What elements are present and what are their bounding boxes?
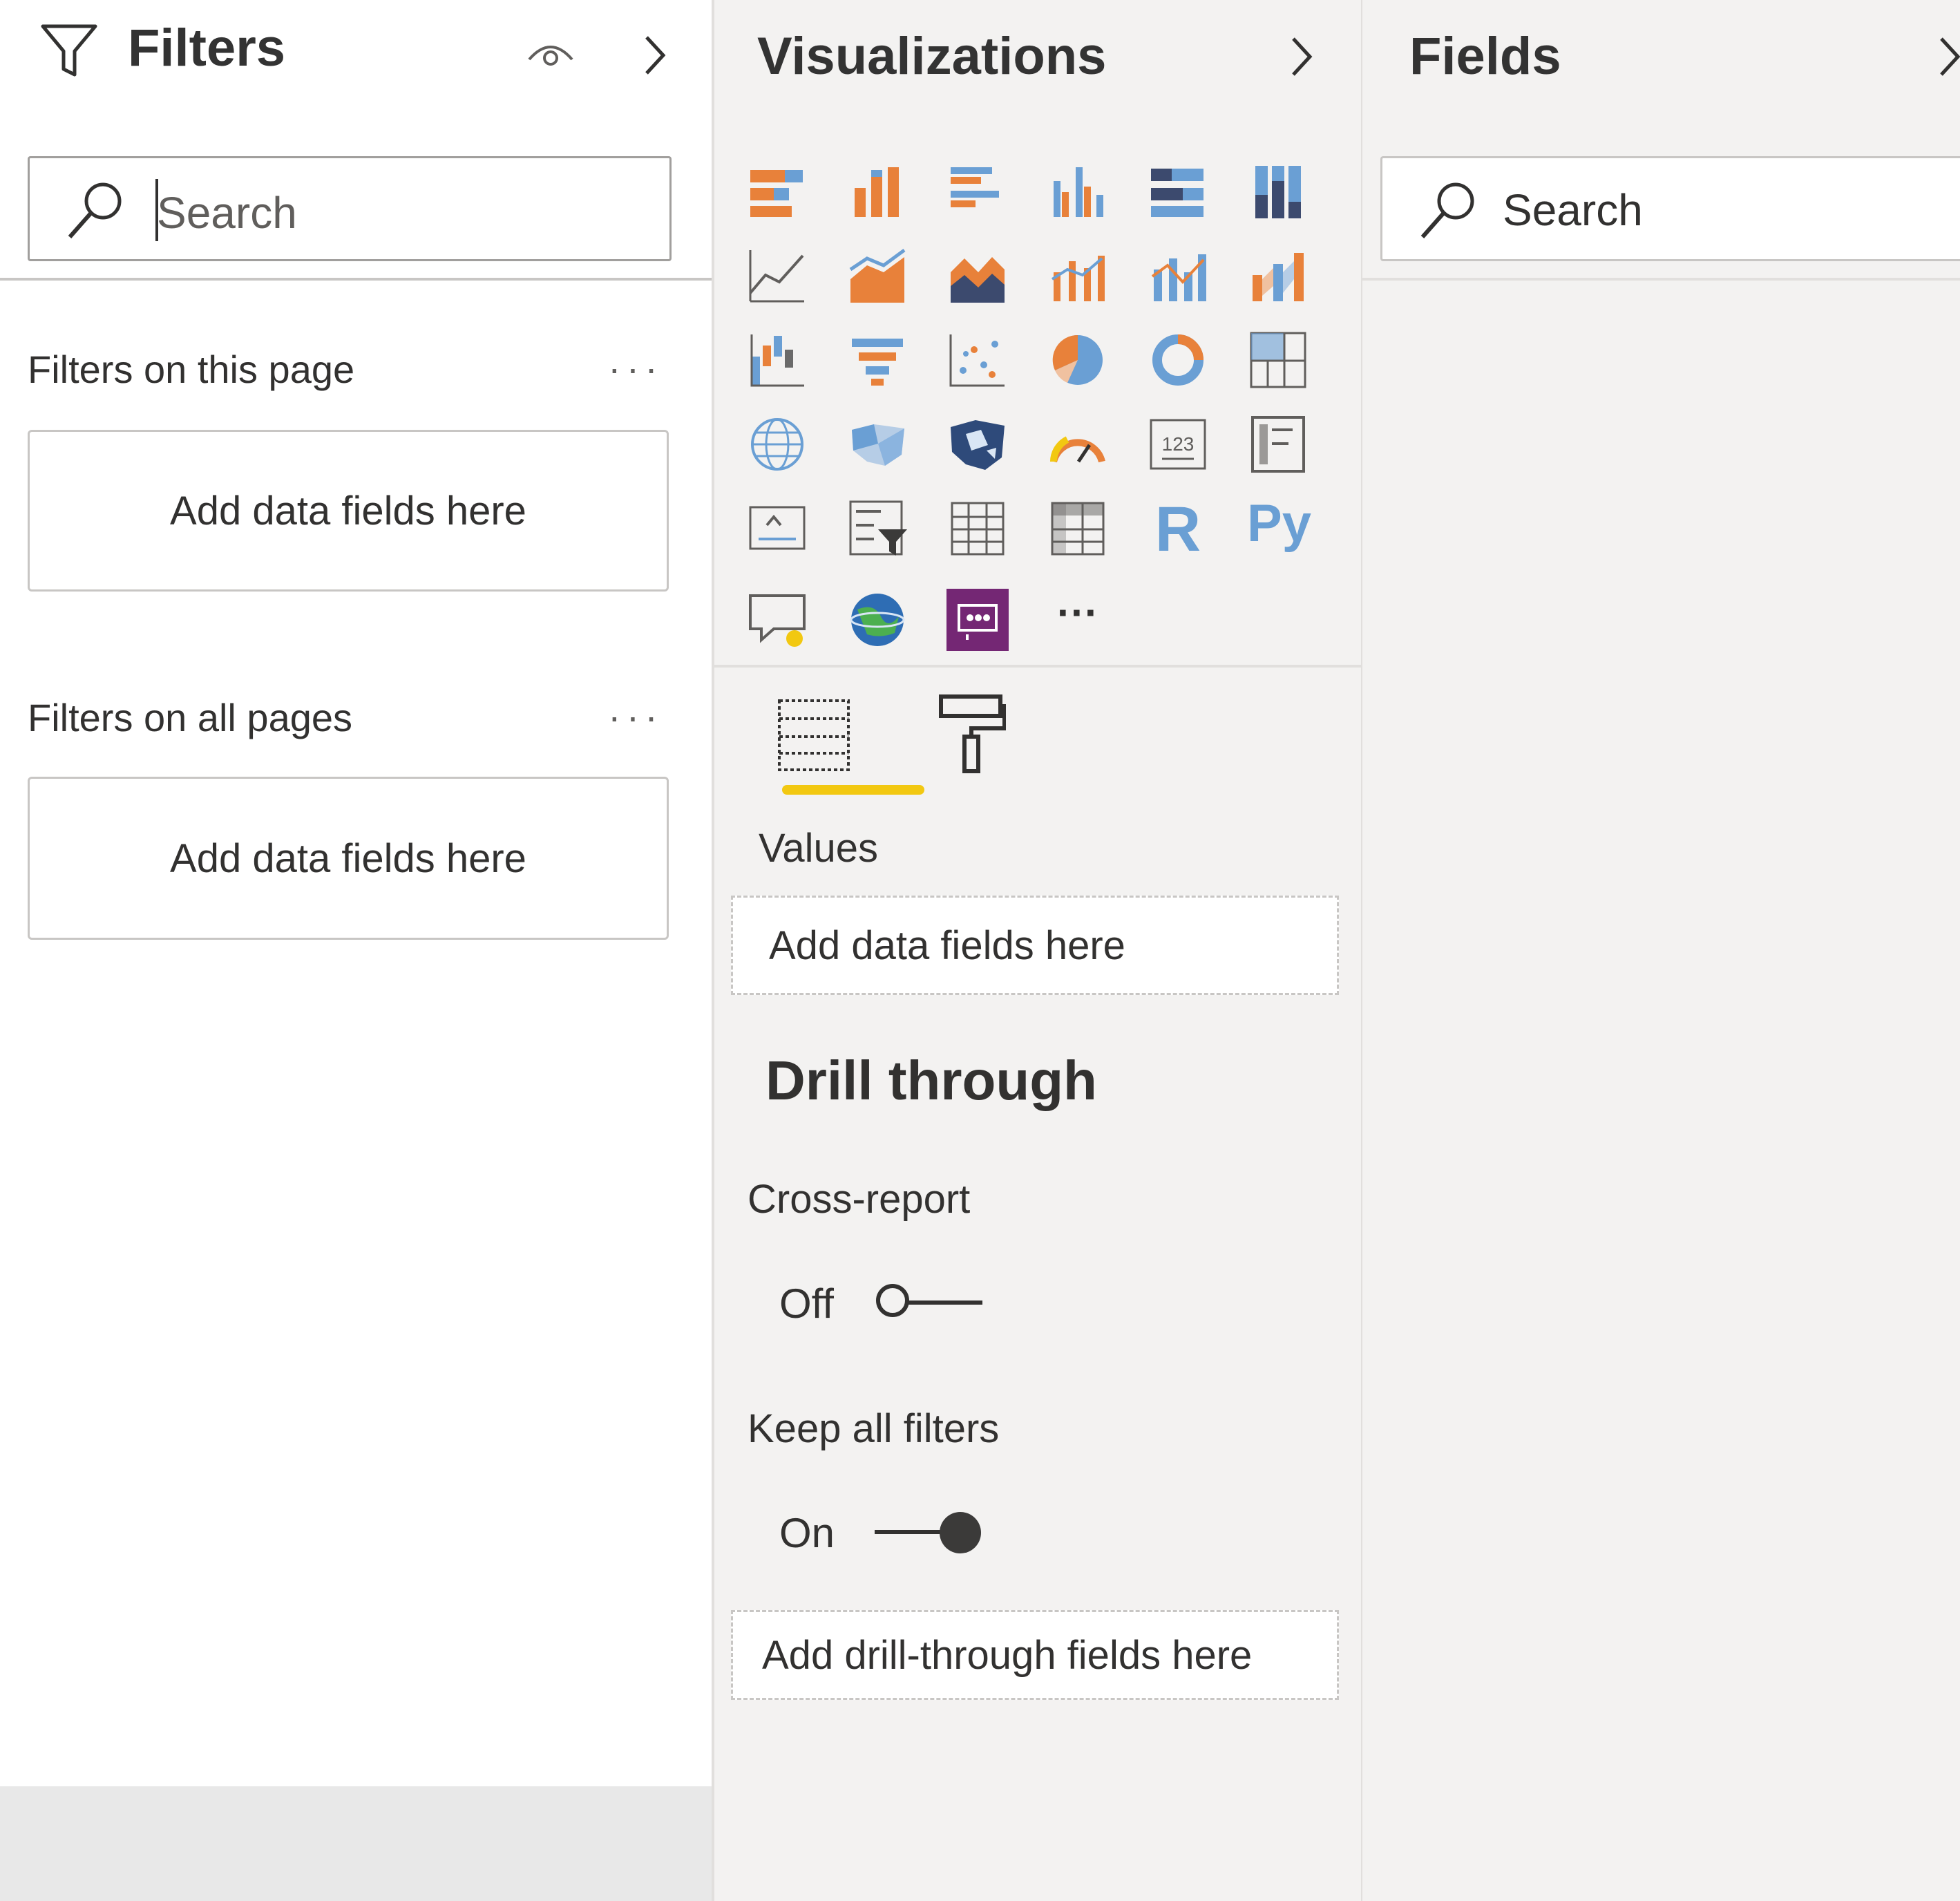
values-drop-zone[interactable]: Add data fields here [731,896,1339,995]
ribbon-chart-icon[interactable] [1247,245,1309,307]
100-stacked-column-icon[interactable] [1247,160,1309,223]
collapse-filters-chevron-icon[interactable] [643,33,667,77]
cross-report-label: Cross-report [748,1177,971,1222]
line-chart-icon[interactable] [746,245,808,307]
custom-visual-icon[interactable] [946,589,1009,651]
clustered-bar-icon[interactable] [946,160,1009,223]
filters-pane: Filters Search Filters on this page ··· … [0,0,712,1901]
filters-footer-area [0,1786,712,1901]
page-filters-more-icon[interactable]: ··· [608,346,663,390]
r-visual-icon[interactable]: R [1147,494,1209,565]
drill-through-drop-text: Add drill-through fields here [762,1632,1253,1678]
python-visual-glyph: Py [1247,494,1311,553]
area-chart-icon[interactable] [846,245,908,307]
filters-on-page-label: Filters on this page [28,348,355,391]
filter-funnel-icon [41,24,97,77]
cross-report-toggle[interactable]: Off [779,1276,1000,1331]
eye-icon[interactable] [526,39,575,69]
pie-chart-icon[interactable] [1047,329,1109,391]
qa-icon[interactable] [746,589,808,651]
donut-chart-icon[interactable] [1147,329,1209,391]
line-stacked-column-icon[interactable] [1147,245,1209,307]
waterfall-icon[interactable] [746,329,808,391]
funnel-icon[interactable] [846,329,908,391]
gallery-divider [714,665,1361,668]
fields-search-placeholder: Search [1503,185,1643,235]
page-filters-drop-zone[interactable]: Add data fields here [28,430,669,592]
filters-search-input[interactable]: Search [28,156,672,261]
slicer-icon[interactable] [846,498,908,560]
tab-fields[interactable] [757,691,924,795]
stacked-area-icon[interactable] [946,245,1009,307]
toggle-knob [876,1284,909,1317]
visual-type-gallery: 123 R Py ··· [746,160,1347,672]
search-icon [68,182,122,238]
collapse-fields-chevron-icon[interactable] [1937,35,1960,79]
keep-all-filters-state: On [779,1510,835,1556]
shape-map-icon[interactable] [946,413,1009,475]
fields-divider [1362,278,1960,281]
filters-on-all-pages-label: Filters on all pages [28,696,353,739]
arcgis-map-icon[interactable] [846,589,908,651]
active-tab-indicator [782,785,924,795]
search-icon [1420,182,1474,238]
filters-search-placeholder: Search [157,188,297,238]
more-visuals-icon[interactable]: ··· [1047,589,1109,651]
multi-row-card-icon[interactable] [1247,413,1309,475]
page-filters-drop-text: Add data fields here [170,488,526,533]
more-visuals-glyph: ··· [1057,589,1098,636]
line-clustered-column-icon[interactable] [1047,245,1109,307]
visualizations-pane: Visualizations 123 R Py ··· Values Add data… [714,0,1361,1901]
toggle-knob [940,1512,981,1553]
filled-map-icon[interactable] [846,413,908,475]
python-visual-icon[interactable]: Py [1247,494,1311,560]
drill-through-title: Drill through [765,1050,1097,1111]
clustered-column-icon[interactable] [1047,160,1109,223]
drill-through-drop-zone[interactable]: Add drill-through fields here [731,1610,1339,1700]
all-pages-filters-drop-zone[interactable]: Add data fields here [28,777,669,940]
keep-all-filters-toggle[interactable]: On [779,1505,1000,1560]
all-filters-more-icon[interactable]: ··· [608,694,663,739]
filters-divider [0,278,712,281]
values-label: Values [759,826,879,871]
format-paint-roller-icon[interactable] [937,692,1006,775]
fields-search-input[interactable]: Search [1380,156,1960,261]
gauge-icon[interactable] [1047,413,1109,475]
scatter-icon[interactable] [946,329,1009,391]
fields-well-icon [778,699,850,771]
cross-report-state: Off [779,1280,834,1327]
map-icon[interactable] [746,413,808,475]
fields-title: Fields [1409,27,1561,86]
table-icon[interactable] [946,498,1009,560]
matrix-icon[interactable] [1047,498,1109,560]
filters-title: Filters [128,19,286,77]
visualizations-title: Visualizations [757,27,1107,86]
treemap-icon[interactable] [1247,329,1309,391]
svg-text:123: 123 [1162,433,1195,455]
100-stacked-bar-icon[interactable] [1147,160,1209,223]
values-drop-text: Add data fields here [769,923,1125,968]
fields-pane: Fields Search [1362,0,1960,1901]
kpi-icon[interactable] [746,498,808,560]
stacked-bar-icon[interactable] [746,160,808,223]
stacked-column-icon[interactable] [846,160,908,223]
card-icon[interactable]: 123 [1147,413,1209,475]
r-visual-glyph: R [1154,494,1201,565]
all-filters-drop-text: Add data fields here [170,835,526,881]
collapse-visualizations-chevron-icon[interactable] [1289,35,1314,79]
keep-all-filters-label: Keep all filters [748,1406,1000,1451]
